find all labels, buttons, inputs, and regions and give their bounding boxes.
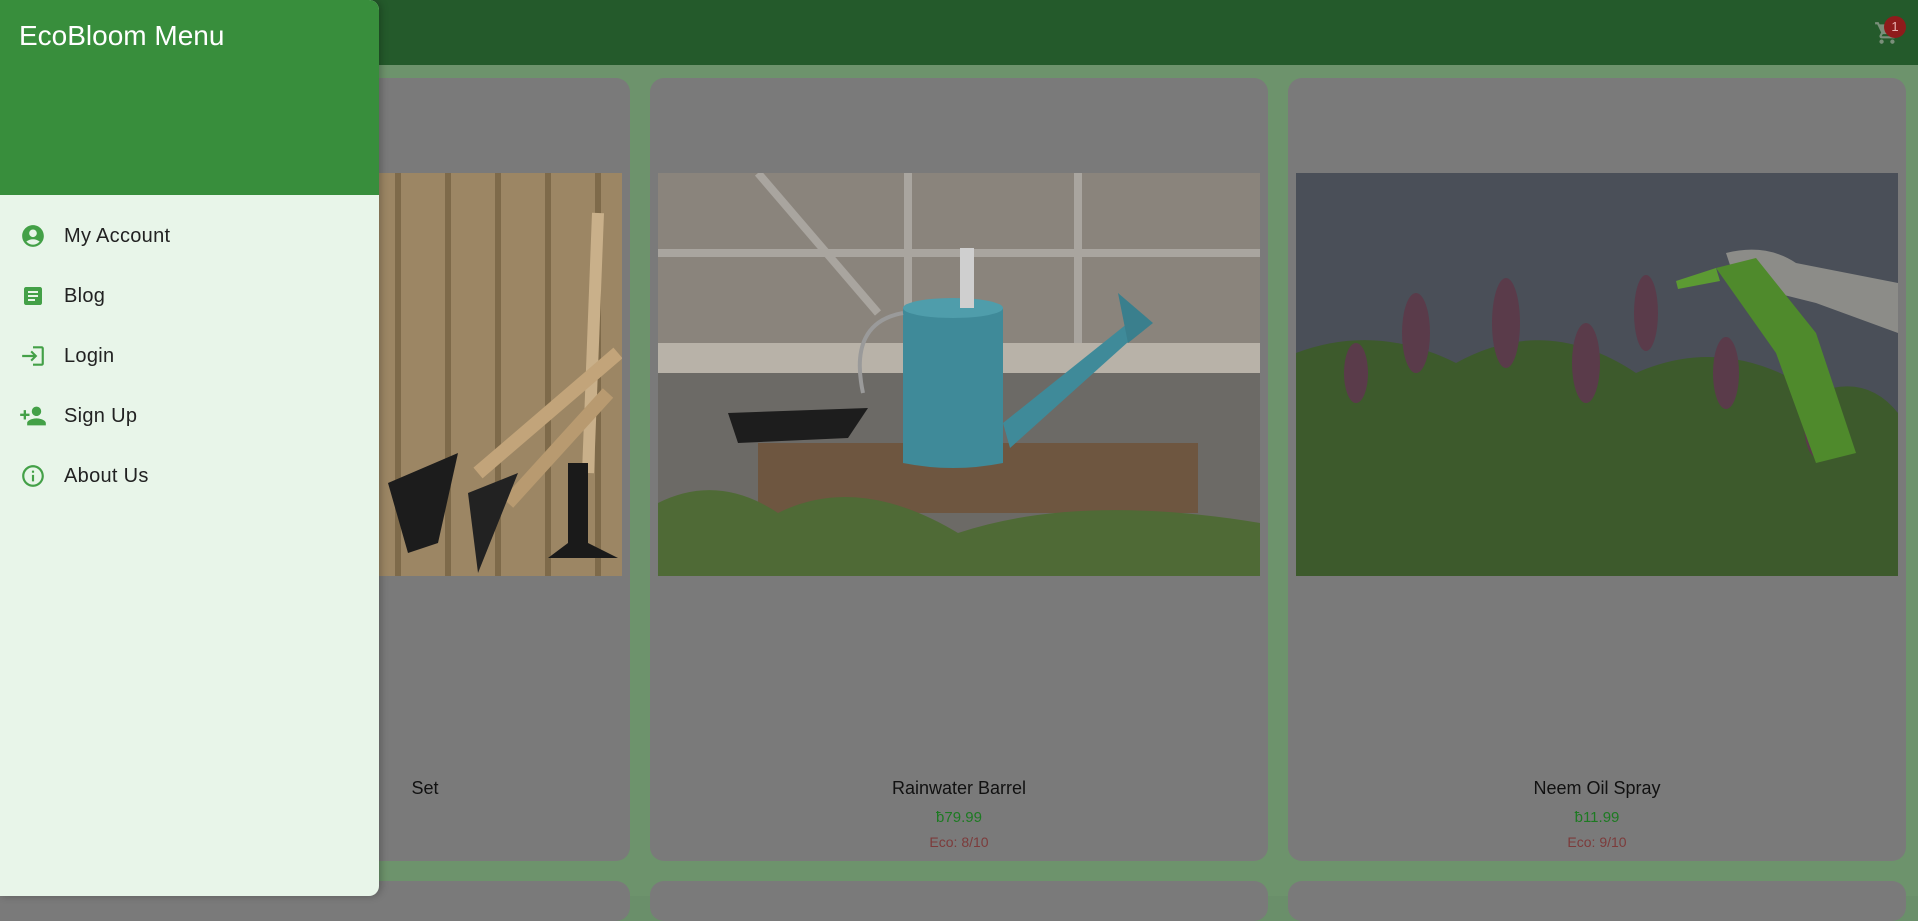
product-image: [658, 173, 1260, 576]
cart-count-badge: 1: [1884, 16, 1906, 38]
menu-item-label: Sign Up: [64, 404, 138, 427]
menu-item-blog[interactable]: Blog: [0, 266, 379, 326]
neem-oil-spray-image: [1296, 173, 1898, 576]
product-card[interactable]: [1288, 881, 1906, 921]
product-image: [1296, 173, 1898, 576]
menu-item-label: About Us: [64, 464, 149, 487]
product-price: ƀ11.99: [1574, 809, 1620, 826]
drawer-header: EcoBloom Menu: [0, 0, 379, 195]
menu-item-label: Blog: [64, 284, 106, 307]
menu-item-label: Login: [64, 344, 115, 367]
article-icon: [19, 282, 47, 310]
person-add-icon: [19, 402, 47, 430]
menu-item-login[interactable]: Login: [0, 326, 379, 386]
account-circle-icon: [19, 222, 47, 250]
product-price: ƀ79.99: [936, 809, 982, 826]
drawer-title: EcoBloom Menu: [19, 20, 225, 51]
product-card[interactable]: Rainwater Barrel ƀ79.99 Eco: 8/10: [650, 78, 1268, 861]
eco-rating: Eco: 8/10: [929, 834, 989, 850]
product-name: Rainwater Barrel: [891, 778, 1027, 798]
product-card[interactable]: Neem Oil Spray ƀ11.99 Eco: 9/10: [1288, 78, 1906, 861]
cart-button[interactable]: 1: [1874, 16, 1906, 48]
drawer-menu: My Account Blog Login Sign Up About Us: [0, 206, 379, 506]
eco-rating: Eco: 9/10: [1567, 834, 1627, 850]
product-card[interactable]: [650, 881, 1268, 921]
navigation-drawer: EcoBloom Menu My Account Blog Login Sign…: [0, 0, 379, 896]
login-icon: [19, 342, 47, 370]
menu-item-my-account[interactable]: My Account: [0, 206, 379, 266]
menu-item-sign-up[interactable]: Sign Up: [0, 386, 379, 446]
menu-item-about-us[interactable]: About Us: [0, 446, 379, 506]
watering-can-image: [658, 173, 1260, 576]
product-name: Neem Oil Spray: [1533, 778, 1661, 798]
info-icon: [19, 462, 47, 490]
menu-item-label: My Account: [64, 224, 171, 247]
